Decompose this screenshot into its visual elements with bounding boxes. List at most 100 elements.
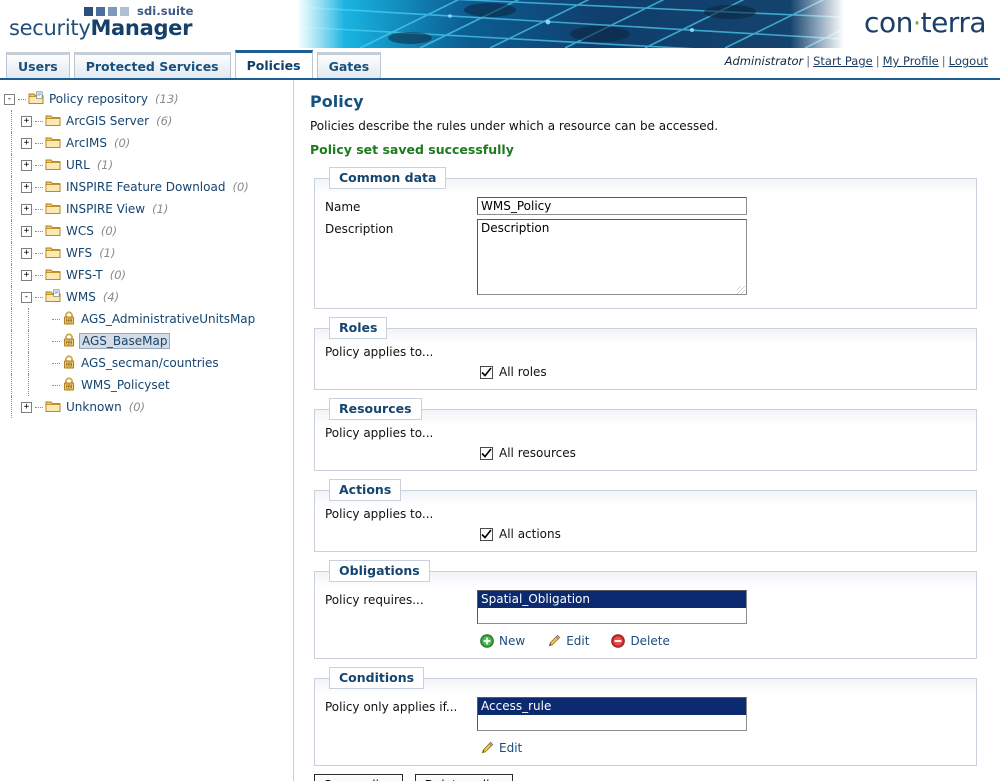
tree-node-label[interactable]: INSPIRE View [65,202,146,216]
tree-toggle-placeholder [38,358,49,369]
all-roles-checkbox[interactable] [480,366,493,379]
tree-node-count: (0) [101,224,117,238]
tree-expand-toggle[interactable]: + [21,270,32,281]
obligation-new-button[interactable]: New [480,634,525,648]
policy-description-textarea[interactable]: Description [477,219,747,295]
folder-icon [45,223,61,237]
suite-dot-1 [84,7,93,16]
tree-node-label[interactable]: WMS_Policyset [80,378,171,392]
tree-node-label[interactable]: ArcGIS Server [65,114,150,128]
toplink-sep-1: | [803,54,813,68]
all-actions-row: All actions [480,527,966,541]
condition-edit-label: Edit [499,741,522,755]
tree-node-label[interactable]: URL [65,158,91,172]
tree-node[interactable]: AGS_AdministrativeUnitsMap [4,308,293,330]
obligations-listbox[interactable]: Spatial_Obligation [477,590,747,624]
logout-link[interactable]: Logout [949,54,988,68]
tree-node-label[interactable]: WMS [65,290,97,304]
name-label: Name [325,197,477,214]
tree-expand-toggle[interactable]: + [21,116,32,127]
tree-node-label[interactable]: WCS [65,224,95,238]
tree-connector-line [11,396,12,418]
folder-icon [45,245,61,259]
tree-node[interactable]: +ArcGIS Server(6) [4,110,293,132]
tab-protected-services[interactable]: Protected Services [74,52,231,78]
main-tab-bar: Users Protected Services Policies Gates … [0,48,1000,80]
tree-node-label[interactable]: Policy repository [48,92,149,106]
tab-users-label: Users [18,59,58,74]
tree-dash [35,121,43,122]
tree-node-label[interactable]: Unknown [65,400,123,414]
folder-icon [45,179,61,193]
tree-expand-toggle[interactable]: + [21,226,32,237]
tree-node[interactable]: +INSPIRE View(1) [4,198,293,220]
tree-dash [52,385,60,386]
tree-node[interactable]: AGS_secman/countries [4,352,293,374]
tree-connector-line [11,264,12,286]
name-row: Name [325,197,966,215]
obligations-actions: New Edit Delete [480,634,966,648]
obligations-requires-text: Policy requires... [325,590,477,607]
obligations-row: Policy requires... Spatial_Obligation [325,590,966,624]
tree-connector-line [11,352,12,374]
tree-collapse-toggle[interactable]: - [4,94,15,105]
tree-node[interactable]: +INSPIRE Feature Download(0) [4,176,293,198]
tree-node[interactable]: AGS_BaseMap [4,330,293,352]
folder-icon [45,113,61,127]
tree-node-label[interactable]: ArcIMS [65,136,108,150]
tree-node-label[interactable]: WFS [65,246,93,260]
all-actions-checkbox[interactable] [480,528,493,541]
tab-policies[interactable]: Policies [235,50,313,78]
tree-expand-toggle[interactable]: + [21,160,32,171]
all-resources-label: All resources [499,446,576,460]
resources-legend: Resources [329,398,422,420]
tab-gates[interactable]: Gates [317,52,382,78]
tree-node-label[interactable]: AGS_BaseMap [79,333,170,349]
folder-icon [45,245,61,262]
tree-node[interactable]: +ArcIMS(0) [4,132,293,154]
tree-expand-toggle[interactable]: + [21,248,32,259]
conditions-listbox[interactable]: Access_rule [477,697,747,731]
suite-dot-2 [96,7,105,16]
start-page-link[interactable]: Start Page [813,54,873,68]
tree-expand-toggle[interactable]: + [21,402,32,413]
tree-dash [35,253,43,254]
tree-expand-toggle[interactable]: + [21,138,32,149]
description-textarea-wrap: Description [477,219,749,298]
all-resources-row: All resources [480,446,966,460]
save-policy-button[interactable]: Save policy [314,774,403,781]
tab-users[interactable]: Users [6,52,70,78]
tree-node[interactable]: +WFS(1) [4,242,293,264]
tree-expand-toggle[interactable]: + [21,182,32,193]
obligation-option-selected[interactable]: Spatial_Obligation [478,591,746,608]
all-resources-checkbox[interactable] [480,447,493,460]
obligation-edit-button[interactable]: Edit [547,634,589,648]
tree-node[interactable]: WMS_Policyset [4,374,293,396]
tree-node-label[interactable]: WFS-T [65,268,104,282]
condition-edit-button[interactable]: Edit [480,741,522,755]
tree-node-label[interactable]: AGS_secman/countries [80,356,220,370]
tree-expand-toggle[interactable]: + [21,204,32,215]
condition-option-selected[interactable]: Access_rule [478,698,746,715]
tree-node[interactable]: -Policy repository(13) [4,88,293,110]
description-label: Description [325,219,477,236]
tree-node[interactable]: +URL(1) [4,154,293,176]
tree-collapse-toggle[interactable]: - [21,292,32,303]
tree-connector-line [11,154,12,176]
tree-connector-line [11,308,12,330]
tree-node[interactable]: + WCS (0) [4,220,293,242]
obligation-delete-button[interactable]: Delete [611,634,669,648]
tree-dash [35,407,43,408]
tree-node[interactable]: -WMS(4) [4,286,293,308]
folder-icon [45,223,61,240]
my-profile-link[interactable]: My Profile [883,54,939,68]
delete-policy-button[interactable]: Delete policy [415,774,514,781]
lock-icon [62,333,76,350]
tree-node[interactable]: +Unknown(0) [4,396,293,418]
tree-node-label[interactable]: AGS_AdministrativeUnitsMap [80,312,256,326]
tree-node-label[interactable]: INSPIRE Feature Download [65,180,226,194]
banner-mesh-graphic [300,0,846,48]
tree-node[interactable]: +WFS-T(0) [4,264,293,286]
conditions-actions: Edit [480,741,966,755]
policy-name-input[interactable] [477,197,747,215]
